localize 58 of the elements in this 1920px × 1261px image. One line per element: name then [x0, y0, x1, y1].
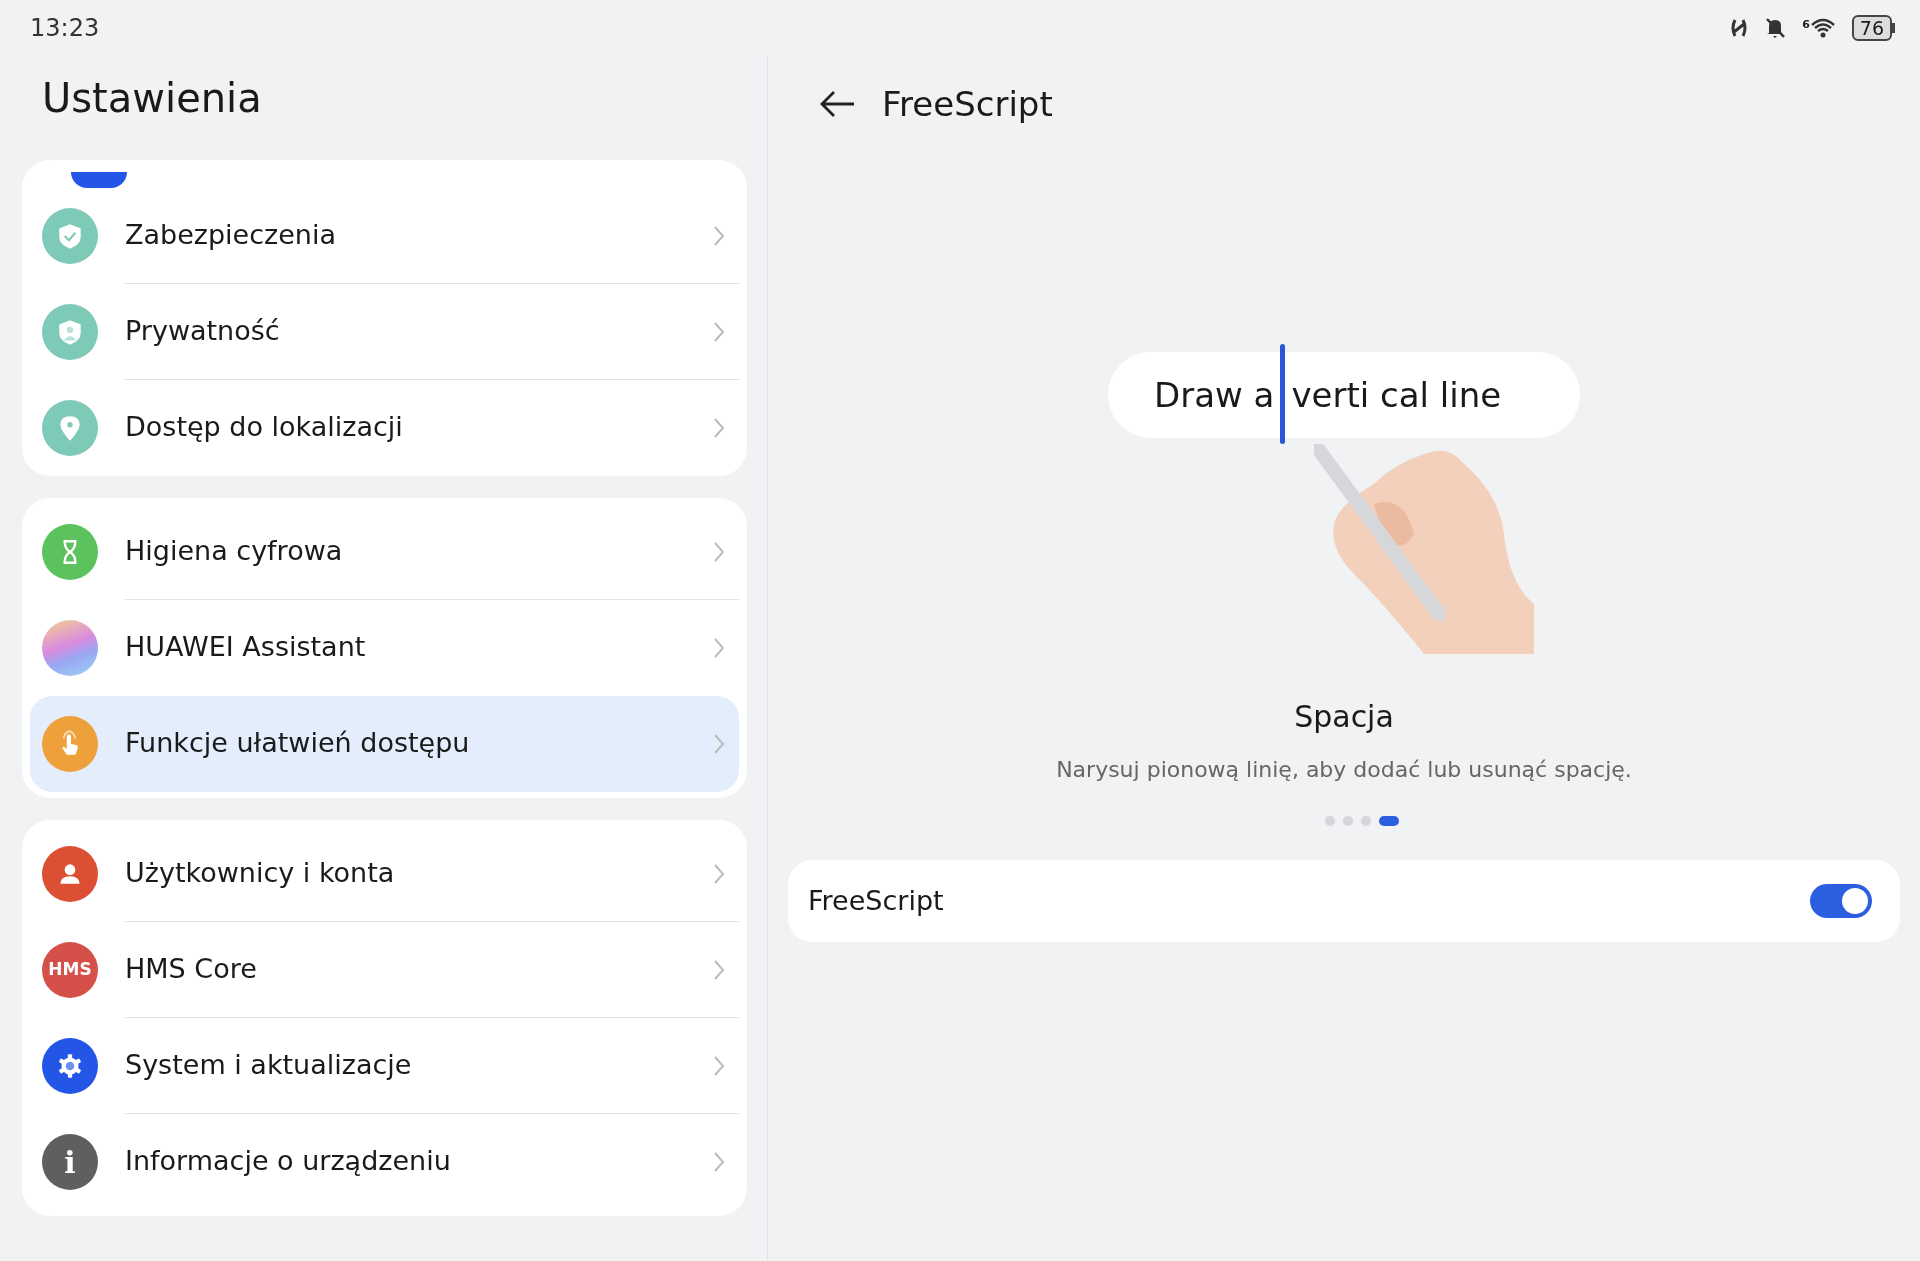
- sample-text: Draw a: [1154, 373, 1275, 417]
- page-indicator-dot[interactable]: [1361, 816, 1371, 826]
- clock-time: 13:23: [30, 13, 100, 44]
- battery-level: 76: [1851, 15, 1892, 41]
- chevron-right-icon: [713, 1150, 725, 1173]
- chevron-right-icon: [713, 862, 725, 885]
- chevron-right-icon: [713, 958, 725, 981]
- settings-item[interactable]: Użytkownicy i konta: [30, 826, 739, 922]
- settings-item[interactable]: Zabezpieczenia: [30, 188, 739, 284]
- app-icon[interactable]: [71, 172, 127, 188]
- settings-item[interactable]: i Informacje o urządzeniu: [30, 1114, 739, 1210]
- section-heading: Spacja: [1293, 698, 1395, 736]
- toggle-switch[interactable]: [1810, 884, 1872, 918]
- settings-item[interactable]: HUAWEI Assistant: [30, 600, 739, 696]
- item-label: Użytkownicy i konta: [125, 856, 395, 891]
- settings-item[interactable]: Higiena cyfrowa: [30, 504, 739, 600]
- setting-label: FreeScript: [808, 883, 944, 918]
- page-title: Ustawienia: [41, 74, 263, 123]
- item-label: HUAWEI Assistant: [125, 630, 366, 665]
- shield-person-icon: [42, 304, 98, 360]
- item-label: Informacje o urządzeniu: [125, 1144, 451, 1179]
- item-label: System i aktualizacje: [125, 1048, 412, 1083]
- person-icon: [42, 846, 98, 902]
- settings-item[interactable]: Prywatność: [30, 284, 739, 380]
- chevron-right-icon: [713, 224, 725, 247]
- hourglass-icon: [42, 524, 98, 580]
- chevron-right-icon: [713, 732, 725, 755]
- settings-item[interactable]: Funkcje ułatwień dostępu: [30, 696, 739, 792]
- chevron-right-icon: [713, 636, 725, 659]
- chevron-right-icon: [713, 540, 725, 563]
- sample-text: verti cal line: [1291, 373, 1502, 417]
- info-icon: i: [42, 1134, 98, 1190]
- wifi-label: 6: [1802, 17, 1810, 33]
- item-label: Dostęp do lokalizacji: [125, 410, 403, 445]
- shield-check-icon: [42, 208, 98, 264]
- item-label: HMS Core: [125, 952, 257, 987]
- battery-tip-icon: [1892, 23, 1896, 33]
- chevron-right-icon: [713, 1054, 725, 1077]
- settings-item[interactable]: HMS HMS Core: [30, 922, 739, 1018]
- page-indicator-dot[interactable]: [1325, 816, 1335, 826]
- item-label: Funkcje ułatwień dostępu: [125, 726, 470, 761]
- item-label: Prywatność: [125, 314, 280, 349]
- pointing-hand-icon: [42, 716, 98, 772]
- item-label: Zabezpieczenia: [125, 218, 336, 253]
- chevron-right-icon: [713, 320, 725, 343]
- item-label: Higiena cyfrowa: [125, 534, 343, 569]
- page-title: FreeScript: [882, 82, 1053, 126]
- settings-item[interactable]: Dostęp do lokalizacji: [30, 380, 739, 476]
- description-text: Narysuj pionową linię, aby dodać lub usunąć spację.: [1055, 756, 1633, 784]
- chevron-right-icon: [713, 416, 725, 439]
- wifi-icon: [1809, 17, 1836, 39]
- location-pin-icon: [42, 400, 98, 456]
- settings-item[interactable]: System i aktualizacje: [30, 1018, 739, 1114]
- page-indicator-dot[interactable]: [1343, 816, 1353, 826]
- hms-logo-icon: HMS: [42, 942, 98, 998]
- settings-icon: [42, 1038, 98, 1094]
- colorful-orb-icon: [42, 620, 98, 676]
- muted-bell-icon: [1764, 17, 1787, 39]
